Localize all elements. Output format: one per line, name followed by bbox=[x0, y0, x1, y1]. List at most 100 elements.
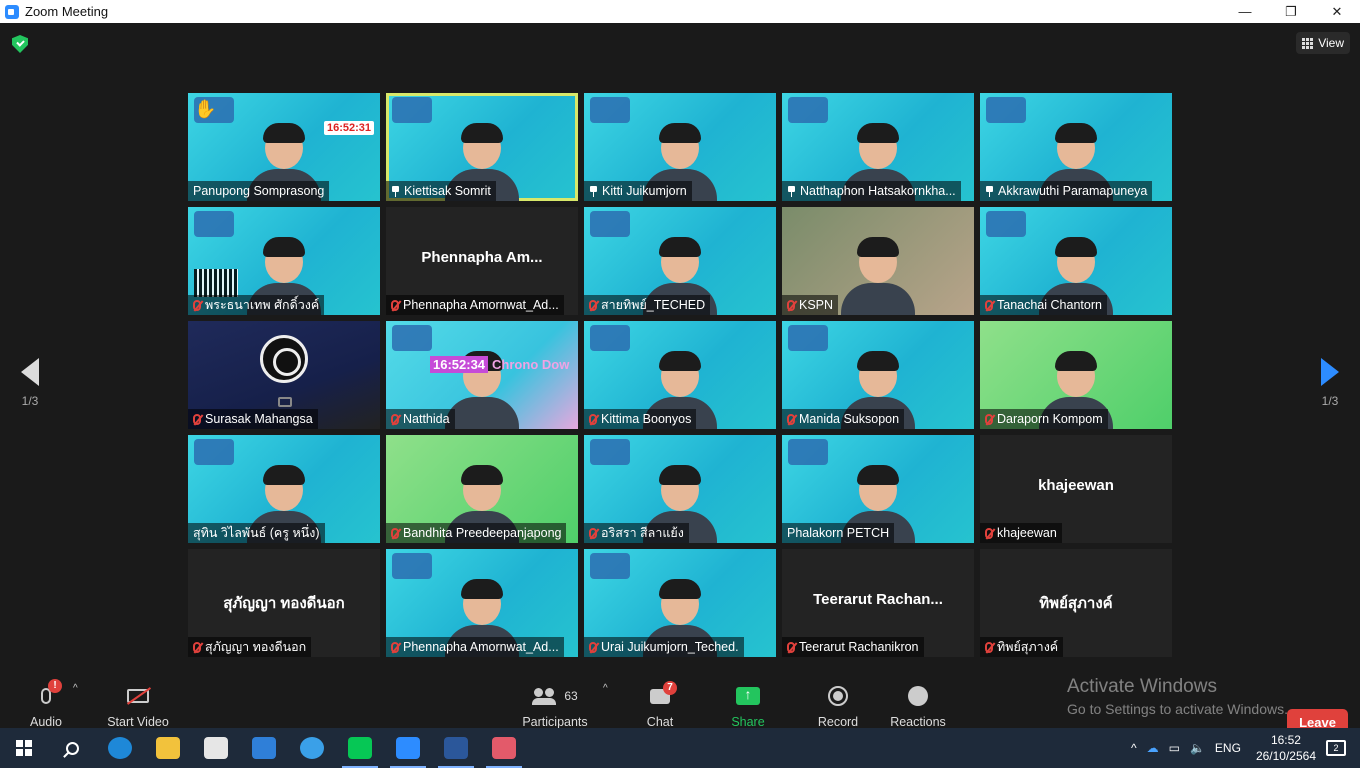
muted-mic-icon bbox=[193, 641, 201, 653]
participant-tile[interactable]: Daraporn Kompom bbox=[980, 321, 1172, 429]
participant-tile[interactable]: Akkrawuthi Paramapuneya bbox=[980, 93, 1172, 201]
participant-name: Daraporn Kompom bbox=[997, 412, 1103, 426]
share-screen-icon bbox=[736, 686, 760, 705]
close-button[interactable]: ✕ bbox=[1314, 0, 1360, 23]
participant-tile[interactable]: อริสรา สีลาแย้ง bbox=[584, 435, 776, 543]
participant-name-bar: สายทิพย์_TECHED bbox=[584, 295, 711, 315]
taskbar-clock[interactable]: 16:52 26/10/2564 bbox=[1256, 732, 1316, 764]
start-button[interactable] bbox=[0, 728, 48, 768]
record-icon bbox=[828, 686, 848, 706]
next-page-button[interactable]: 1/3 bbox=[1310, 358, 1350, 408]
meeting-area: View 1/3 1/3 ✋ 16:52:31 Panupong Somprason… bbox=[0, 23, 1360, 751]
zoom-icon bbox=[396, 737, 420, 759]
participants-icon bbox=[532, 688, 557, 705]
onedrive-icon[interactable]: ☁ bbox=[1147, 741, 1159, 755]
participant-tile[interactable]: Manida Suksopon bbox=[782, 321, 974, 429]
participant-tile[interactable]: Surasak Mahangsa bbox=[188, 321, 380, 429]
participant-name: Surasak Mahangsa bbox=[205, 412, 313, 426]
taskbar-file-explorer[interactable] bbox=[144, 728, 192, 768]
participant-tile[interactable]: สุภัญญา ทองดีนอก สุภัญญา ทองดีนอก bbox=[188, 549, 380, 657]
view-button[interactable]: View bbox=[1296, 32, 1350, 54]
muted-mic-icon bbox=[193, 413, 201, 425]
participant-name-bar: Daraporn Kompom bbox=[980, 409, 1108, 429]
chat-button[interactable]: 7 Chat bbox=[640, 681, 680, 729]
taskbar-search-button[interactable] bbox=[48, 728, 96, 768]
maximize-button[interactable]: ❐ bbox=[1268, 0, 1314, 23]
participant-name: Natthida bbox=[403, 412, 450, 426]
view-label: View bbox=[1318, 36, 1344, 50]
network-icon[interactable]: ▭ bbox=[1169, 741, 1180, 755]
participant-name: Kiettisak Somrit bbox=[404, 184, 491, 198]
participant-name: ทิพย์สุภางค์ bbox=[997, 640, 1059, 654]
participant-tile[interactable]: Kiettisak Somrit bbox=[386, 93, 578, 201]
participant-tile[interactable]: Urai Juikumjorn_Teched. bbox=[584, 549, 776, 657]
taskbar-edge[interactable] bbox=[96, 728, 144, 768]
participant-tile[interactable]: ✋ 16:52:31 Panupong Somprasong bbox=[188, 93, 380, 201]
taskbar-line[interactable] bbox=[336, 728, 384, 768]
taskbar-store[interactable] bbox=[192, 728, 240, 768]
participant-tile[interactable]: Kitti Juikumjorn bbox=[584, 93, 776, 201]
participant-name: พระธนาเทพ ศักดิ์วงค์ bbox=[205, 298, 320, 312]
participant-name: Tanachai Chantorn bbox=[997, 298, 1102, 312]
muted-mic-icon bbox=[193, 299, 201, 311]
taskbar-word[interactable] bbox=[432, 728, 480, 768]
participant-tile[interactable]: 16:52:34 Chrono Dow Natthida bbox=[386, 321, 578, 429]
participant-tile[interactable]: Bandhita Preedeepanjapong bbox=[386, 435, 578, 543]
participants-options-caret-icon[interactable]: ^ bbox=[603, 683, 608, 694]
participant-tile[interactable]: Teerarut Rachan... Teerarut Rachanikron bbox=[782, 549, 974, 657]
participant-name-bar: Akkrawuthi Paramapuneya bbox=[980, 181, 1153, 201]
muted-mic-icon bbox=[391, 413, 399, 425]
taskbar-mail[interactable] bbox=[240, 728, 288, 768]
participant-name: Teerarut Rachanikron bbox=[799, 640, 919, 654]
record-button[interactable]: Record bbox=[815, 681, 861, 729]
participant-tile[interactable]: Phennapha Amornwat_Ad... bbox=[386, 549, 578, 657]
participants-button[interactable]: 63 Participants bbox=[520, 681, 590, 729]
participant-name-bar: Manida Suksopon bbox=[782, 409, 905, 429]
line-icon bbox=[348, 737, 372, 759]
system-tray: ^ ☁ ▭ 🔈 ENG 16:52 26/10/2564 2 bbox=[1126, 728, 1360, 768]
participant-tile[interactable]: Phennapha Am... Phennapha Amornwat_Ad... bbox=[386, 207, 578, 315]
taskbar-zoom[interactable] bbox=[384, 728, 432, 768]
audio-button[interactable]: ! Audio bbox=[24, 679, 68, 729]
audio-warning-badge: ! bbox=[48, 679, 62, 693]
window-titlebar: Zoom Meeting — ❐ ✕ bbox=[0, 0, 1360, 23]
participant-tile[interactable]: Natthaphon Hatsakornkha... bbox=[782, 93, 974, 201]
participant-name-bar: Urai Juikumjorn_Teched. bbox=[584, 637, 744, 657]
participant-name-bar: Natthida bbox=[386, 409, 455, 429]
participant-name: Phennapha Amornwat_Ad... bbox=[403, 640, 559, 654]
camera-off-icon bbox=[278, 397, 292, 407]
participant-tile[interactable]: KSPN bbox=[782, 207, 974, 315]
taskbar-internet-explorer[interactable] bbox=[288, 728, 336, 768]
reactions-button[interactable]: Reactions bbox=[888, 681, 948, 729]
participant-name-bar: Panupong Somprasong bbox=[188, 181, 330, 201]
participant-tile[interactable]: สุทิน วิไลพันธ์ (ครู หนึ่ง) bbox=[188, 435, 380, 543]
participant-name: สุทิน วิไลพันธ์ (ครู หนึ่ง) bbox=[193, 526, 320, 540]
minimize-button[interactable]: — bbox=[1222, 0, 1268, 23]
zoom-app-icon bbox=[5, 4, 19, 19]
notification-center-icon[interactable]: 2 bbox=[1326, 740, 1346, 756]
start-video-label: Start Video bbox=[107, 715, 169, 729]
participant-tile[interactable]: ทิพย์สุภางค์ ทิพย์สุภางค์ bbox=[980, 549, 1172, 657]
taskbar-acrobat[interactable] bbox=[480, 728, 528, 768]
participant-tile[interactable]: Tanachai Chantorn bbox=[980, 207, 1172, 315]
participant-name-bar: Tanachai Chantorn bbox=[980, 295, 1107, 315]
security-shield-icon[interactable] bbox=[12, 35, 28, 53]
chat-label: Chat bbox=[646, 715, 674, 729]
participant-tile[interactable]: พระธนาเทพ ศักดิ์วงค์ bbox=[188, 207, 380, 315]
chevron-right-icon bbox=[1321, 358, 1339, 386]
participant-tile[interactable]: khajeewan khajeewan bbox=[980, 435, 1172, 543]
participant-tile[interactable]: Kittima Boonyos bbox=[584, 321, 776, 429]
tray-overflow-chevron-icon[interactable]: ^ bbox=[1131, 741, 1137, 755]
previous-page-button[interactable]: 1/3 bbox=[10, 358, 50, 408]
audio-options-caret-icon[interactable]: ^ bbox=[73, 683, 78, 694]
spotlight-pin-icon bbox=[589, 185, 598, 197]
start-video-button[interactable]: Start Video bbox=[106, 681, 170, 729]
participant-tile[interactable]: สายทิพย์_TECHED bbox=[584, 207, 776, 315]
activation-watermark: Activate Windows Go to Settings to activ… bbox=[1067, 676, 1288, 717]
participant-tile[interactable]: Phalakorn PETCH bbox=[782, 435, 974, 543]
language-indicator[interactable]: ENG bbox=[1215, 741, 1241, 755]
participant-display-name: Phennapha Am... bbox=[421, 249, 543, 266]
participant-name: Natthaphon Hatsakornkha... bbox=[800, 184, 956, 198]
countdown-label: Chrono Dow bbox=[492, 357, 570, 372]
volume-icon[interactable]: 🔈 bbox=[1190, 741, 1205, 755]
